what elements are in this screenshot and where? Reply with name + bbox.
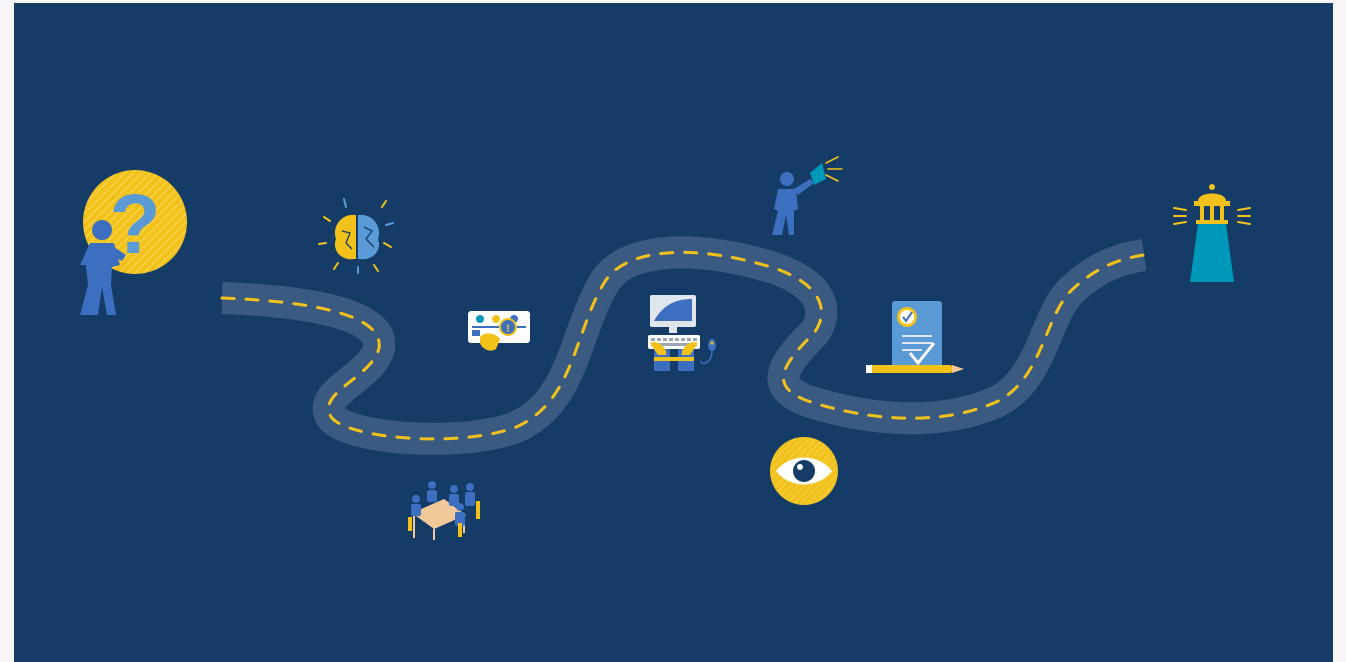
eye-icon [770,437,838,505]
svg-text:!: ! [506,323,510,335]
person-megaphone-icon [772,156,843,235]
computer-workstation-icon [648,295,716,371]
roadmap-illustration: ? ! [14,3,1333,662]
brain-icon [318,198,394,274]
meeting-table-icon [408,481,480,540]
lighthouse-icon [1173,184,1251,282]
checklist-pencil-icon [866,301,964,373]
roadmap-svg: ? ! [80,156,1251,540]
dashboard-pointer-icon: ! [468,311,530,351]
person-question-icon: ? [80,170,187,315]
